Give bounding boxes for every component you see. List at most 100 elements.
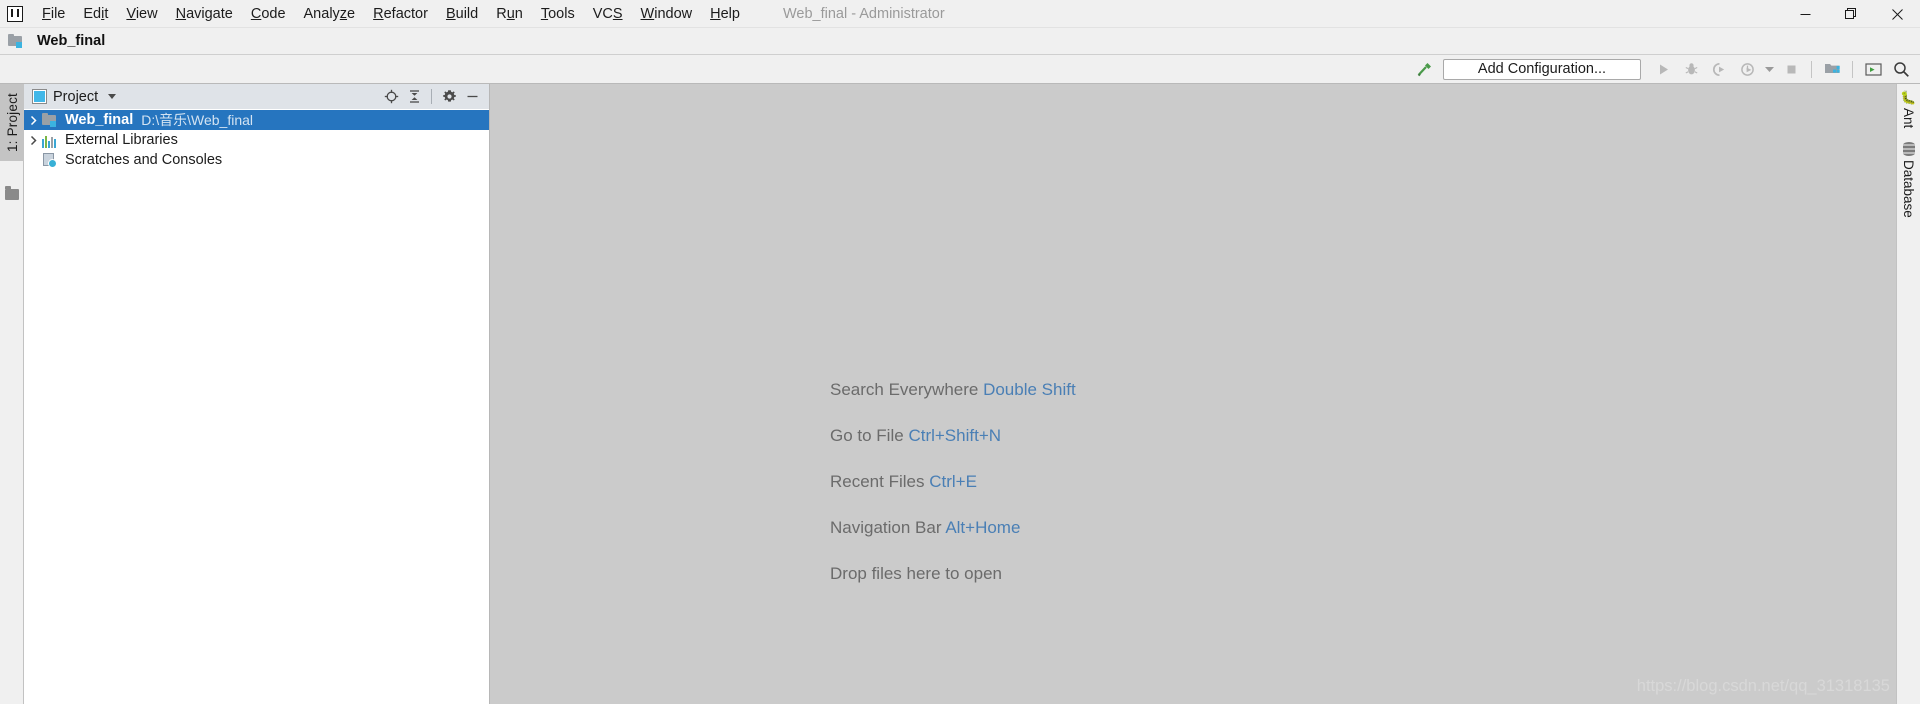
chevron-down-icon — [108, 94, 117, 99]
menu-code[interactable]: Code — [242, 3, 295, 25]
breadcrumb-label: Web_final — [37, 33, 106, 49]
expand-arrow-icon[interactable] — [24, 135, 42, 146]
run-with-coverage-button[interactable] — [1706, 57, 1732, 81]
stop-square-icon — [1787, 65, 1795, 73]
menu-vcs[interactable]: VCS — [584, 3, 632, 25]
hint-action-label: Search Everywhere — [830, 380, 979, 399]
minimize-button[interactable] — [1782, 0, 1828, 28]
hint-shortcut: Alt+Home — [945, 518, 1021, 537]
menu-view[interactable]: View — [117, 3, 166, 25]
add-configuration-button[interactable]: Add Configuration... — [1443, 58, 1641, 80]
main-menu-bar: File Edit View Navigate Code Analyze Ref… — [33, 0, 749, 27]
stop-button[interactable] — [1778, 57, 1804, 81]
project-structure-button[interactable] — [1819, 57, 1845, 81]
watermark: https://blog.csdn.net/qq_31318135 — [1636, 677, 1890, 695]
hint-go-to-file: Go to File Ctrl+Shift+N — [830, 426, 1076, 446]
run-play-icon — [1659, 64, 1668, 74]
menu-help[interactable]: Help — [701, 3, 749, 25]
module-folder-icon — [42, 112, 60, 128]
hint-action-label: Go to File — [830, 426, 904, 445]
tree-node-label: Scratches and Consoles — [65, 152, 223, 168]
intellij-idea-logo-icon — [7, 5, 23, 22]
gear-icon — [442, 90, 456, 102]
window-controls — [1782, 0, 1920, 28]
minimize-icon — [1800, 13, 1810, 15]
main-toolbar: Add Configuration... — [0, 55, 1920, 84]
menu-run[interactable]: Run — [487, 3, 532, 25]
minimize-icon — [467, 95, 477, 98]
left-tool-strip: 1: Project — [0, 84, 24, 704]
sidebar-tab-project[interactable]: 1: Project — [0, 84, 24, 162]
search-icon — [1893, 61, 1909, 77]
hint-search-everywhere: Search Everywhere Double Shift — [830, 380, 1076, 400]
panel-settings-button[interactable] — [438, 86, 460, 108]
tree-node-label: Web_final — [65, 112, 134, 128]
project-panel-header: Project — [24, 84, 489, 109]
debug-button[interactable] — [1678, 57, 1704, 81]
hint-action-label: Drop files here to open — [830, 564, 1002, 583]
title-bar: File Edit View Navigate Code Analyze Ref… — [0, 0, 1920, 28]
menu-navigate[interactable]: Navigate — [167, 3, 242, 25]
toolbar-divider — [1811, 60, 1812, 78]
run-with-coverage-icon — [1712, 62, 1724, 76]
menu-edit[interactable]: Edit — [74, 3, 117, 25]
sidebar-tab-database-label: Database — [1901, 160, 1916, 219]
module-folder-icon — [8, 33, 26, 49]
menu-file[interactable]: File — [33, 3, 74, 25]
main-body: 1: Project Project Web_final D:\音乐\Web_f… — [0, 84, 1920, 704]
collapse-all-button[interactable] — [403, 86, 425, 108]
tree-node-scratches-and-consoles[interactable]: Scratches and Consoles — [24, 150, 489, 170]
chevron-down-icon — [1764, 67, 1774, 72]
project-panel-actions — [380, 86, 483, 108]
hint-shortcut: Double Shift — [983, 380, 1076, 399]
menu-window[interactable]: Window — [632, 3, 702, 25]
terminal-button[interactable] — [1860, 57, 1886, 81]
editor-hints: Search Everywhere Double Shift Go to Fil… — [830, 380, 1076, 584]
menu-analyze[interactable]: Analyze — [295, 3, 365, 25]
project-tool-window: Project Web_final D:\音乐\Web_final Extern… — [24, 84, 490, 704]
project-panel-title: Project — [53, 88, 99, 105]
sidebar-tab-database[interactable]: Database — [1901, 142, 1916, 218]
external-libraries-icon — [42, 132, 60, 148]
panel-actions-divider — [431, 89, 432, 104]
collapse-all-icon — [409, 90, 419, 103]
close-button[interactable] — [1874, 0, 1920, 28]
project-tree: Web_final D:\音乐\Web_final External Libra… — [24, 109, 489, 704]
menu-build[interactable]: Build — [437, 3, 487, 25]
toolbar-divider-2 — [1852, 60, 1853, 78]
window-title: Web_final - Administrator — [782, 5, 945, 22]
debug-bug-icon — [1685, 62, 1697, 74]
sidebar-tab-ant-label: Ant — [1901, 108, 1916, 129]
profile-button[interactable] — [1734, 57, 1760, 81]
close-icon — [1891, 8, 1903, 20]
navigation-bar: Web_final — [0, 28, 1920, 55]
hide-panel-button[interactable] — [461, 86, 483, 108]
search-button[interactable] — [1888, 57, 1914, 81]
editor-area[interactable]: Search Everywhere Double Shift Go to Fil… — [490, 84, 1896, 704]
right-tool-strip: 🐛 Ant Database — [1896, 84, 1920, 704]
sidebar-tab-ant[interactable]: 🐛 Ant — [1900, 91, 1916, 128]
expand-arrow-icon[interactable] — [24, 115, 42, 126]
profile-dropdown-button[interactable] — [1762, 57, 1776, 81]
breadcrumb-project[interactable]: Web_final — [8, 33, 105, 49]
tree-node-label: External Libraries — [65, 132, 178, 148]
project-view-icon — [32, 89, 47, 104]
project-view-selector[interactable]: Project — [32, 88, 117, 105]
build-button[interactable] — [1411, 57, 1437, 81]
menu-refactor[interactable]: Refactor — [364, 3, 437, 25]
maximize-icon — [1845, 8, 1856, 19]
maximize-button[interactable] — [1828, 0, 1874, 28]
tree-node-web-final[interactable]: Web_final D:\音乐\Web_final — [24, 110, 489, 130]
hammer-icon — [1417, 62, 1431, 76]
run-button[interactable] — [1650, 57, 1676, 81]
scratches-consoles-icon — [42, 152, 60, 168]
hint-action-label: Recent Files — [830, 472, 925, 491]
hint-shortcut: Ctrl+Shift+N — [908, 426, 1002, 445]
scroll-from-source-button[interactable] — [380, 86, 402, 108]
profile-icon — [1740, 62, 1754, 76]
database-icon — [1902, 142, 1915, 157]
tree-node-external-libraries[interactable]: External Libraries — [24, 130, 489, 150]
folder-icon[interactable] — [5, 186, 19, 200]
project-structure-icon — [1824, 64, 1840, 73]
menu-tools[interactable]: Tools — [532, 3, 584, 25]
